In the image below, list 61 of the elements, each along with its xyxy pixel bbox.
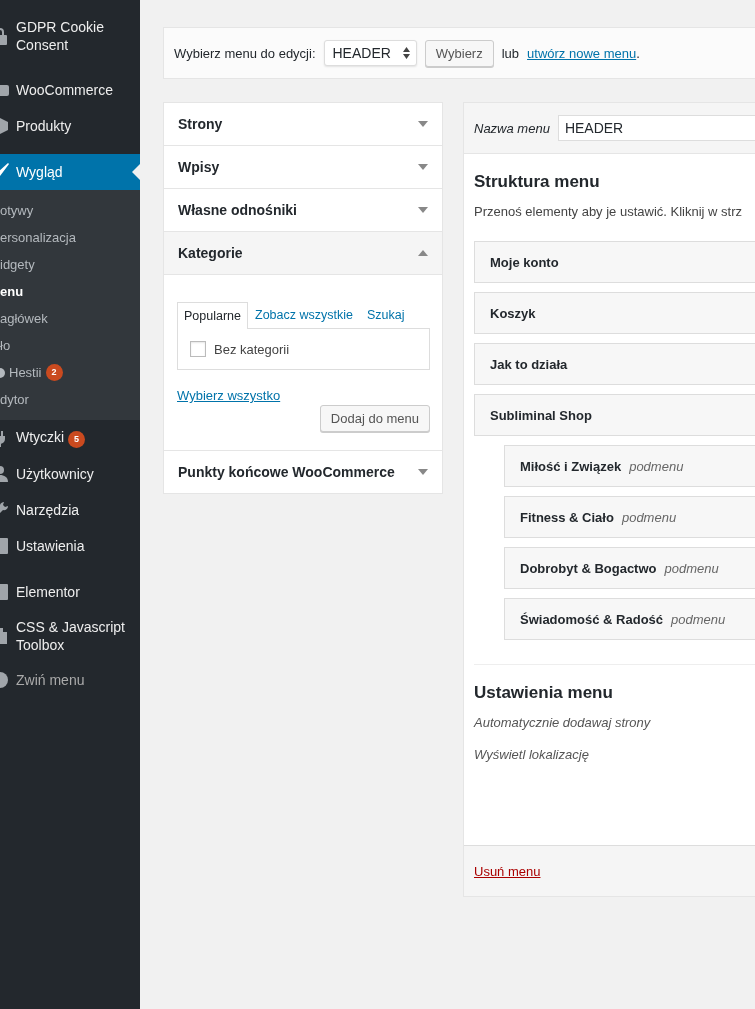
submenu-item[interactable]: enu bbox=[0, 278, 140, 305]
submenu-item[interactable]: idgety bbox=[0, 251, 140, 278]
checkbox[interactable] bbox=[190, 341, 206, 357]
submenu-item[interactable]: agłówek bbox=[0, 305, 140, 332]
instructions-text: Przenoś elementy aby je ustawić. Kliknij w strz bbox=[474, 204, 744, 219]
tab[interactable]: Szukaj bbox=[359, 301, 412, 328]
sidebar-item[interactable]: Użytkownicy bbox=[0, 456, 140, 492]
down-triangle-icon bbox=[418, 207, 428, 213]
submenu-note: podmenu bbox=[629, 458, 684, 474]
setting-label: Wyświetl lokalizację bbox=[474, 747, 590, 762]
sidebar-item[interactable]: Ustawienia bbox=[0, 528, 140, 564]
count-badge: 5 bbox=[68, 431, 86, 448]
field-label: Nazwa menu bbox=[474, 120, 550, 136]
delete-menu-link[interactable]: Usuń menu bbox=[474, 863, 541, 879]
menu-item[interactable]: Jak to działa bbox=[474, 343, 755, 385]
count-badge: 2 bbox=[45, 364, 63, 381]
submenu-item[interactable]: ersonalizacja bbox=[0, 224, 140, 251]
menu-item[interactable]: Subliminal Shop bbox=[474, 394, 755, 436]
menu-item[interactable]: Miłość i Związek podmenu bbox=[504, 445, 755, 487]
menu-item[interactable]: Świadomość & Radość podmenu bbox=[504, 598, 755, 640]
up-down-arrows-icon bbox=[402, 47, 410, 59]
current-page-pointer bbox=[132, 164, 140, 180]
menu-item[interactable]: Dobrobyt & Bogactwo podmenu bbox=[504, 547, 755, 589]
submenu-item[interactable]: Hestii 2 bbox=[0, 359, 140, 386]
sidebar-item[interactable]: Wygląd bbox=[0, 154, 140, 190]
sidebar-item[interactable]: WooCommerce bbox=[0, 72, 140, 108]
down-triangle-icon bbox=[418, 164, 428, 170]
menu-item[interactable]: Fitness & Ciało podmenu bbox=[504, 496, 755, 538]
submenu-item[interactable]: dytor bbox=[0, 386, 140, 413]
select-all-link[interactable]: Wybierz wszystko bbox=[177, 388, 281, 403]
submenu-item[interactable]: ło bbox=[0, 332, 140, 359]
section-title: Ustawienia menu bbox=[474, 683, 614, 703]
sidebar-item[interactable]: Zwiń menu bbox=[0, 662, 140, 698]
sidebar-item[interactable]: Narzędzia bbox=[0, 492, 140, 528]
period-text: . bbox=[636, 45, 640, 61]
setting-label: Automatycznie dodawaj strony bbox=[474, 715, 652, 730]
checkbox-label: Bez kategorii bbox=[214, 341, 290, 357]
submenu-note: podmenu bbox=[664, 560, 719, 576]
menu-item[interactable]: Koszyk bbox=[474, 292, 755, 334]
sidebar-item[interactable]: CSS & Javascript Toolbox bbox=[0, 610, 140, 662]
add-to-menu-button[interactable]: Dodaj do menu bbox=[319, 405, 430, 432]
menu-item[interactable]: Moje konto bbox=[474, 241, 755, 283]
select-label: Wybierz menu do edycji: bbox=[174, 45, 316, 61]
select-button[interactable]: Wybierz bbox=[424, 39, 494, 67]
sidebar-item[interactable]: Elementor bbox=[0, 574, 140, 610]
submenu-note: podmenu bbox=[671, 611, 726, 627]
section-title: Struktura menu bbox=[474, 172, 601, 192]
tab[interactable]: Zobacz wszystkie bbox=[248, 301, 360, 328]
or-text: lub bbox=[501, 45, 520, 61]
down-triangle-icon bbox=[418, 121, 428, 127]
down-triangle-icon bbox=[418, 469, 428, 475]
sidebar-item[interactable]: GDPR Cookie Consent bbox=[0, 10, 140, 62]
menu-dropdown[interactable]: HEADER bbox=[323, 40, 417, 66]
menu-name-field[interactable]: HEADER bbox=[557, 115, 755, 141]
submenu-item[interactable]: otywy bbox=[0, 197, 140, 224]
sidebar-item[interactable]: Produkty bbox=[0, 108, 140, 144]
sidebar-item[interactable]: Wtyczki 5 bbox=[0, 420, 140, 456]
up-triangle-icon bbox=[418, 250, 428, 256]
tab[interactable]: Popularne bbox=[177, 302, 248, 329]
submenu-note: podmenu bbox=[621, 509, 677, 525]
accordion-header[interactable]: Kategorie bbox=[164, 232, 442, 275]
